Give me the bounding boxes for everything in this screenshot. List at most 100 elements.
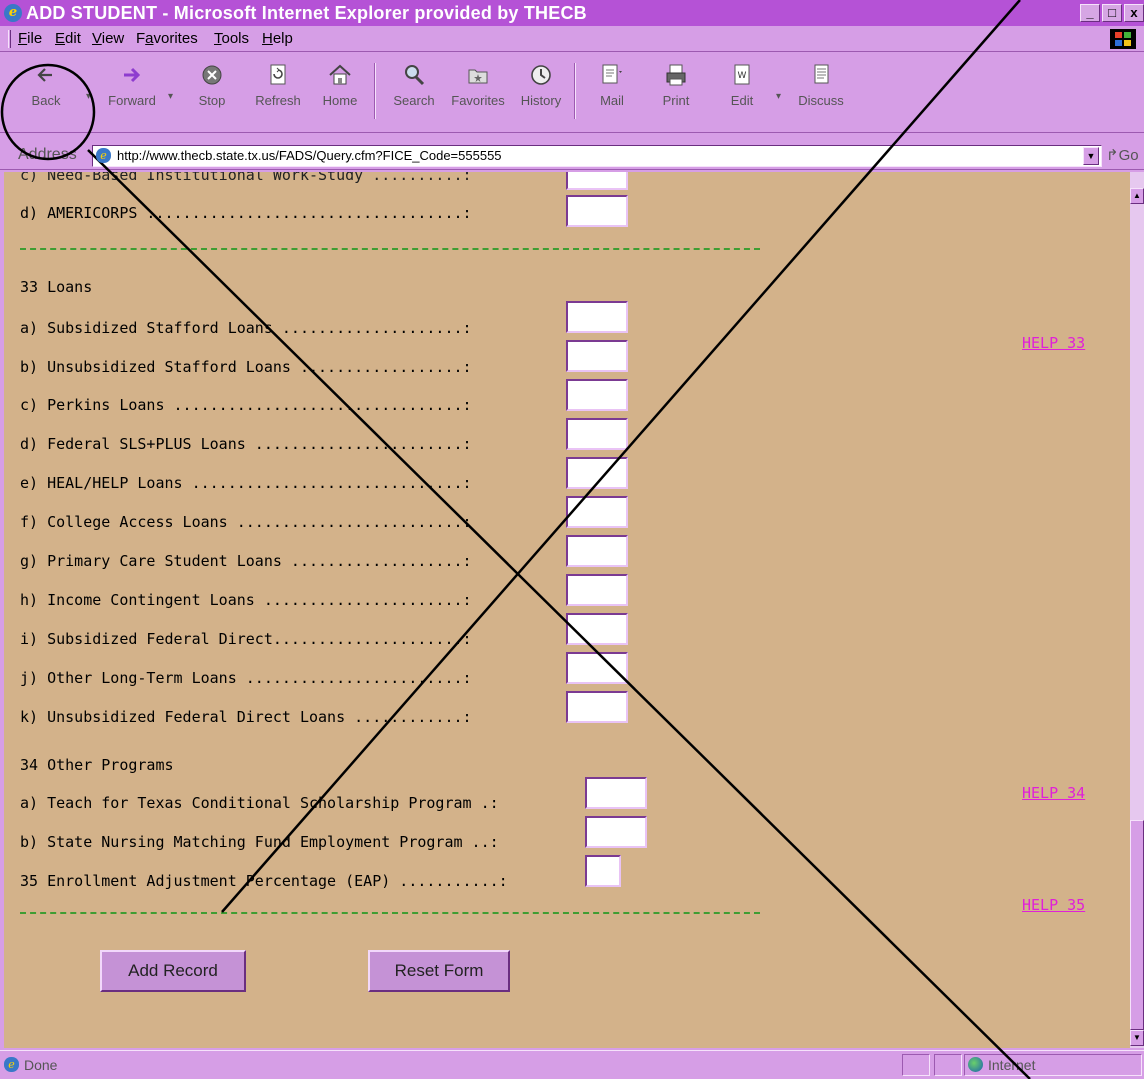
- field-label: d) AMERICORPS ..........................…: [20, 204, 472, 222]
- field-label: b) State Nursing Matching Fund Employmen…: [20, 833, 499, 851]
- zone-text: Internet: [988, 1057, 1036, 1073]
- forward-arrow-icon: [124, 67, 141, 83]
- field-label: i) Subsidized Federal Direct............…: [20, 630, 472, 648]
- printer-icon: [666, 64, 686, 86]
- favorites-folder-icon: [468, 69, 488, 84]
- field-33a-input[interactable]: [566, 301, 628, 333]
- scroll-down-icon[interactable]: ▼: [1130, 1030, 1144, 1046]
- ie-logo-icon[interactable]: e: [4, 4, 22, 22]
- field-34a-input[interactable]: [585, 777, 647, 809]
- home-button[interactable]: Home: [314, 59, 366, 129]
- scroll-up-icon[interactable]: ▲: [1130, 188, 1144, 204]
- back-arrow-icon: [37, 68, 52, 82]
- status-bar: e Done Internet: [0, 1050, 1144, 1079]
- field-33i-input[interactable]: [566, 613, 628, 645]
- print-button[interactable]: Print: [650, 59, 702, 129]
- address-bar: Address e http://www.thecb.state.tx.us/F…: [0, 142, 1144, 170]
- history-icon: [531, 65, 551, 85]
- page-icon: e: [96, 148, 111, 163]
- reset-form-button[interactable]: Reset Form: [368, 950, 510, 992]
- field-label: k) Unsubsidized Federal Direct Loans ...…: [20, 708, 472, 726]
- minimize-button[interactable]: _: [1080, 4, 1100, 22]
- back-dropdown-icon[interactable]: ▾: [86, 91, 91, 102]
- maximize-button[interactable]: □: [1102, 4, 1122, 22]
- toolbar-separator: [374, 63, 376, 119]
- section-divider: [20, 912, 760, 914]
- field-label: 35 Enrollment Adjustment Percentage (EAP…: [20, 872, 508, 890]
- edit-dropdown-icon[interactable]: ▾: [776, 91, 781, 102]
- field-label: c) Perkins Loans .......................…: [20, 396, 472, 414]
- stop-icon: [202, 65, 222, 85]
- search-button[interactable]: Search: [386, 59, 442, 129]
- scrollbar-thumb[interactable]: [1130, 820, 1144, 1030]
- menu-favorites[interactable]: Favorites: [136, 26, 198, 52]
- menu-view[interactable]: View: [92, 26, 124, 52]
- refresh-icon: [270, 64, 286, 85]
- discuss-icon: [814, 64, 829, 84]
- field-33g-input[interactable]: [566, 535, 628, 567]
- browser-window: e ADD STUDENT - Microsoft Internet Explo…: [0, 0, 1144, 1079]
- field-label: j) Other Long-Term Loans ...............…: [20, 669, 472, 687]
- refresh-button[interactable]: Refresh: [246, 59, 310, 129]
- add-record-button[interactable]: Add Record: [100, 950, 246, 992]
- section-heading: 34 Other Programs: [20, 756, 174, 774]
- field-33c-input[interactable]: [566, 379, 628, 411]
- menu-help[interactable]: Help: [262, 26, 293, 52]
- status-pane: [934, 1054, 962, 1076]
- field-33j-input[interactable]: [566, 652, 628, 684]
- title-bar: e ADD STUDENT - Microsoft Internet Explo…: [0, 0, 1144, 26]
- favorites-button[interactable]: Favorites: [444, 59, 512, 129]
- field-32c-input[interactable]: [566, 172, 628, 190]
- mail-icon: [602, 64, 622, 84]
- menu-tools[interactable]: Tools: [214, 26, 249, 52]
- field-label: h) Income Contingent Loans .............…: [20, 591, 472, 609]
- address-label: Address: [18, 146, 77, 163]
- help-33-link[interactable]: HELP 33: [1022, 334, 1085, 352]
- menu-file[interactable]: File: [18, 26, 42, 52]
- stop-button[interactable]: Stop: [186, 59, 238, 129]
- internet-zone-icon: [968, 1057, 983, 1072]
- partial-form-row: c) Need-Based Institutional Work-Study .…: [20, 172, 472, 184]
- field-label: e) HEAL/HELP Loans .....................…: [20, 474, 472, 492]
- edit-button[interactable]: W Edit: [716, 59, 768, 129]
- address-dropdown-icon[interactable]: ▼: [1083, 147, 1099, 165]
- field-33b-input[interactable]: [566, 340, 628, 372]
- field-label: b) Unsubsidized Stafford Loans .........…: [20, 358, 472, 376]
- go-button[interactable]: ↱Go: [1106, 146, 1139, 164]
- address-input[interactable]: http://www.thecb.state.tx.us/FADS/Query.…: [92, 145, 1102, 167]
- field-label: f) College Access Loans ................…: [20, 513, 472, 531]
- go-arrow-icon: ↱: [1106, 147, 1119, 164]
- field-33k-input[interactable]: [566, 691, 628, 723]
- page-done-icon: e: [4, 1057, 19, 1072]
- help-35-link[interactable]: HELP 35: [1022, 896, 1085, 914]
- vertical-scrollbar[interactable]: ▲ ▼: [1130, 172, 1144, 1048]
- standard-toolbar: Back ▾ Forward ▾ Stop Refresh Home Searc…: [0, 53, 1144, 133]
- close-button[interactable]: x: [1124, 4, 1144, 22]
- forward-dropdown-icon[interactable]: ▾: [168, 91, 173, 102]
- home-icon: [329, 64, 351, 85]
- window-title: ADD STUDENT - Microsoft Internet Explore…: [26, 3, 587, 23]
- page-content: c) Need-Based Institutional Work-Study .…: [4, 172, 1130, 1048]
- field-33e-input[interactable]: [566, 457, 628, 489]
- history-button[interactable]: History: [514, 59, 568, 129]
- forward-button[interactable]: Forward: [100, 59, 164, 129]
- svg-text:W: W: [738, 71, 747, 81]
- field-33h-input[interactable]: [566, 574, 628, 606]
- field-label: a) Teach for Texas Conditional Scholarsh…: [20, 794, 499, 812]
- field-35-input[interactable]: [585, 855, 621, 887]
- mail-button[interactable]: Mail: [586, 59, 638, 129]
- search-icon: [405, 65, 425, 86]
- menu-bar: File Edit View Favorites Tools Help: [0, 26, 1144, 52]
- field-32d-input[interactable]: [566, 195, 628, 227]
- back-button[interactable]: Back: [16, 59, 76, 129]
- windows-logo-icon: [1110, 29, 1136, 49]
- field-33d-input[interactable]: [566, 418, 628, 450]
- field-33f-input[interactable]: [566, 496, 628, 528]
- menu-edit[interactable]: Edit: [55, 26, 81, 52]
- help-34-link[interactable]: HELP 34: [1022, 784, 1085, 802]
- field-34b-input[interactable]: [585, 816, 647, 848]
- section-heading: 33 Loans: [20, 278, 93, 296]
- discuss-button[interactable]: Discuss: [790, 59, 852, 129]
- field-label: d) Federal SLS+PLUS Loans ..............…: [20, 435, 472, 453]
- menu-grip[interactable]: [8, 30, 11, 48]
